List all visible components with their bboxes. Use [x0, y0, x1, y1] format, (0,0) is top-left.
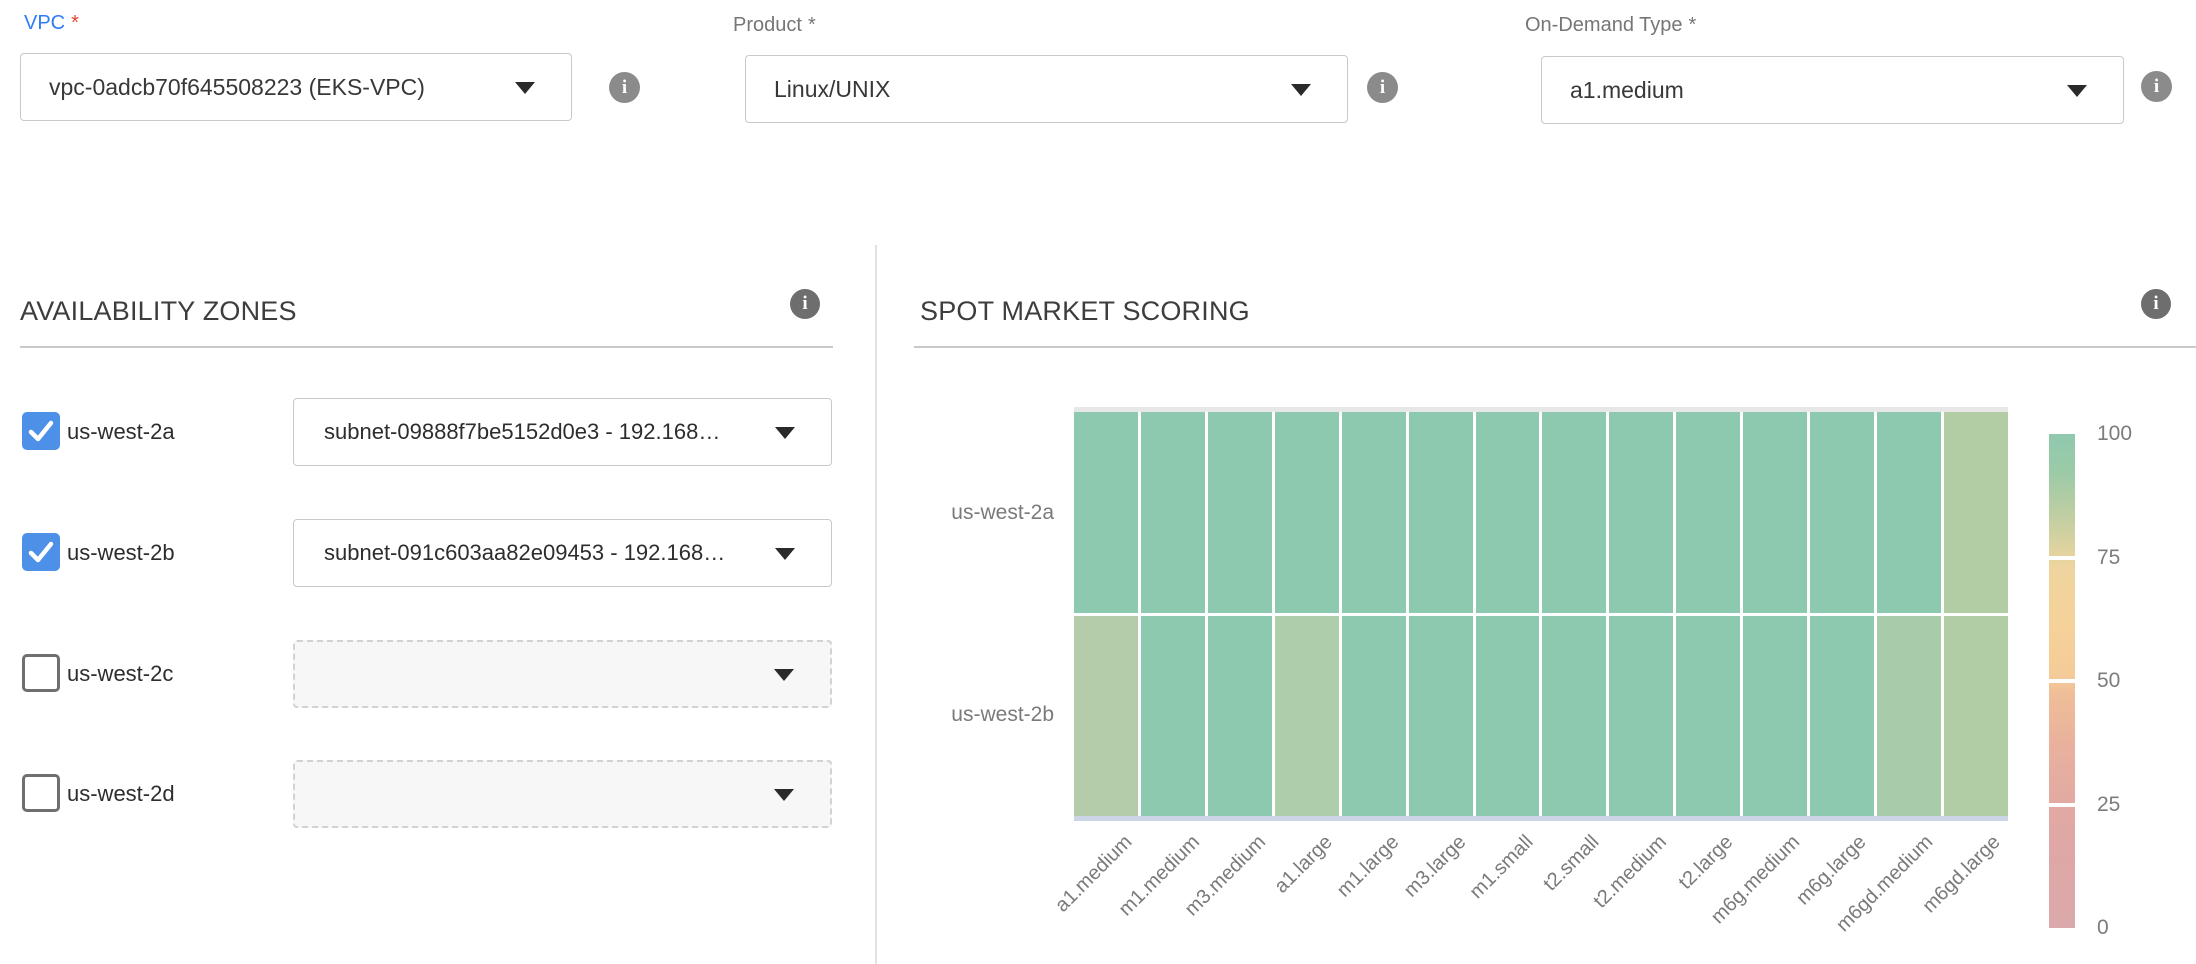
- on-demand-type-label: On-Demand Type*: [1525, 14, 1696, 37]
- heatmap-colorbar: [2049, 434, 2075, 928]
- heatmap-y-label: us-west-2b: [904, 703, 1054, 727]
- heatmap-cell[interactable]: [1944, 412, 2008, 613]
- heatmap-cell[interactable]: [1944, 616, 2008, 817]
- subnet-select-us-west-2c[interactable]: [293, 640, 832, 708]
- caret-down-icon: [2067, 85, 2087, 97]
- check-icon: [22, 533, 60, 571]
- heatmap-cell[interactable]: [1342, 616, 1406, 817]
- required-asterisk: *: [808, 14, 816, 36]
- az-label: us-west-2d: [67, 781, 175, 807]
- az-checkbox-us-west-2b[interactable]: [22, 533, 60, 571]
- az-row: us-west-2b subnet-091c603aa82e09453 - 19…: [22, 519, 834, 587]
- heatmap-cell[interactable]: [1409, 616, 1473, 817]
- heatmap-x-label: t2.medium: [1589, 831, 1671, 913]
- heatmap-cell[interactable]: [1141, 616, 1205, 817]
- colorbar-tick-label: 100: [2097, 422, 2132, 446]
- heatmap-y-label: us-west-2a: [904, 501, 1054, 525]
- on-demand-type-select-value: a1.medium: [1570, 77, 1684, 104]
- colorbar-tick-label: 50: [2097, 669, 2120, 693]
- caret-down-icon: [774, 789, 794, 801]
- heatmap-cell[interactable]: [1409, 412, 1473, 613]
- heatmap-x-label: a1.large: [1270, 831, 1337, 898]
- heatmap-x-label: t2.large: [1675, 831, 1738, 894]
- heatmap-cell[interactable]: [1074, 616, 1138, 817]
- heatmap-cell[interactable]: [1208, 616, 1272, 817]
- caret-down-icon: [775, 548, 795, 560]
- vpc-select[interactable]: vpc-0adcb70f645508223 (EKS-VPC): [20, 53, 572, 121]
- availability-zones-info-icon[interactable]: i: [790, 289, 820, 319]
- heatmap-axis-strip: [1074, 816, 2008, 821]
- heatmap-x-label: m3.large: [1400, 831, 1471, 902]
- heatmap-cell[interactable]: [1542, 412, 1606, 613]
- heatmap-cell[interactable]: [1877, 616, 1941, 817]
- vpc-select-value: vpc-0adcb70f645508223 (EKS-VPC): [49, 74, 425, 101]
- product-select[interactable]: Linux/UNIX: [745, 55, 1348, 123]
- subnet-select-value: subnet-09888f7be5152d0e3 - 192.168…: [324, 419, 720, 445]
- heatmap-cell[interactable]: [1743, 616, 1807, 817]
- heatmap-cell[interactable]: [1542, 616, 1606, 817]
- colorbar-gap: [2049, 803, 2075, 807]
- heatmap-cell[interactable]: [1810, 412, 1874, 613]
- az-checkbox-us-west-2c[interactable]: [22, 654, 60, 692]
- heatmap-cell[interactable]: [1609, 412, 1673, 613]
- az-row: us-west-2c: [22, 640, 834, 708]
- required-asterisk: *: [71, 12, 79, 34]
- heatmap-cell[interactable]: [1074, 412, 1138, 613]
- colorbar-tick-label: 25: [2097, 793, 2120, 817]
- spot-market-scoring-title: SPOT MARKET SCORING: [920, 296, 1250, 327]
- colorbar-gap: [2049, 556, 2075, 560]
- check-icon: [22, 412, 60, 450]
- heatmap-cell[interactable]: [1743, 412, 1807, 613]
- az-row: us-west-2d: [22, 760, 834, 828]
- availability-zones-title: AVAILABILITY ZONES: [20, 296, 297, 327]
- on-demand-type-info-icon[interactable]: i: [2141, 71, 2172, 102]
- az-label: us-west-2b: [67, 540, 175, 566]
- heatmap-cell[interactable]: [1342, 412, 1406, 613]
- product-select-value: Linux/UNIX: [774, 76, 890, 103]
- colorbar-gap: [2049, 679, 2075, 683]
- product-label: Product*: [733, 14, 816, 37]
- subnet-select-us-west-2a[interactable]: subnet-09888f7be5152d0e3 - 192.168…: [293, 398, 832, 466]
- caret-down-icon: [775, 427, 795, 439]
- panel-divider: [875, 245, 877, 964]
- heatmap-x-label: m1.small: [1465, 831, 1538, 904]
- heatmap-cell[interactable]: [1476, 412, 1540, 613]
- heatmap-cell[interactable]: [1609, 616, 1673, 817]
- product-info-icon[interactable]: i: [1367, 72, 1398, 103]
- availability-zones-rule: [20, 346, 833, 348]
- caret-down-icon: [1291, 84, 1311, 96]
- heatmap-cell[interactable]: [1676, 616, 1740, 817]
- heatmap-cell[interactable]: [1275, 412, 1339, 613]
- heatmap-cell[interactable]: [1141, 412, 1205, 613]
- colorbar-tick-label: 0: [2097, 916, 2109, 940]
- az-label: us-west-2a: [67, 419, 175, 445]
- az-label: us-west-2c: [67, 661, 173, 687]
- az-row: us-west-2a subnet-09888f7be5152d0e3 - 19…: [22, 398, 834, 466]
- caret-down-icon: [774, 669, 794, 681]
- heatmap-cell[interactable]: [1275, 616, 1339, 817]
- subnet-select-us-west-2b[interactable]: subnet-091c603aa82e09453 - 192.168…: [293, 519, 832, 587]
- heatmap-cell[interactable]: [1810, 616, 1874, 817]
- caret-down-icon: [515, 82, 535, 94]
- spot-market-heatmap: [1074, 407, 2008, 821]
- colorbar-tick-label: 75: [2097, 546, 2120, 570]
- subnet-select-us-west-2d[interactable]: [293, 760, 832, 828]
- on-demand-type-select[interactable]: a1.medium: [1541, 56, 2124, 124]
- az-checkbox-us-west-2d[interactable]: [22, 774, 60, 812]
- heatmap-cell[interactable]: [1476, 616, 1540, 817]
- heatmap-cell[interactable]: [1877, 412, 1941, 613]
- required-asterisk: *: [1689, 14, 1697, 36]
- vpc-info-icon[interactable]: i: [609, 72, 640, 103]
- vpc-label: VPC*: [24, 12, 79, 35]
- heatmap-x-label: t2.small: [1540, 831, 1605, 896]
- heatmap-grid: [1074, 412, 2008, 816]
- subnet-select-value: subnet-091c603aa82e09453 - 192.168…: [324, 540, 725, 566]
- heatmap-x-label: m1.large: [1333, 831, 1404, 902]
- heatmap-cell[interactable]: [1676, 412, 1740, 613]
- spot-market-scoring-info-icon[interactable]: i: [2141, 289, 2171, 319]
- spot-market-scoring-rule: [914, 346, 2196, 348]
- az-checkbox-us-west-2a[interactable]: [22, 412, 60, 450]
- heatmap-cell[interactable]: [1208, 412, 1272, 613]
